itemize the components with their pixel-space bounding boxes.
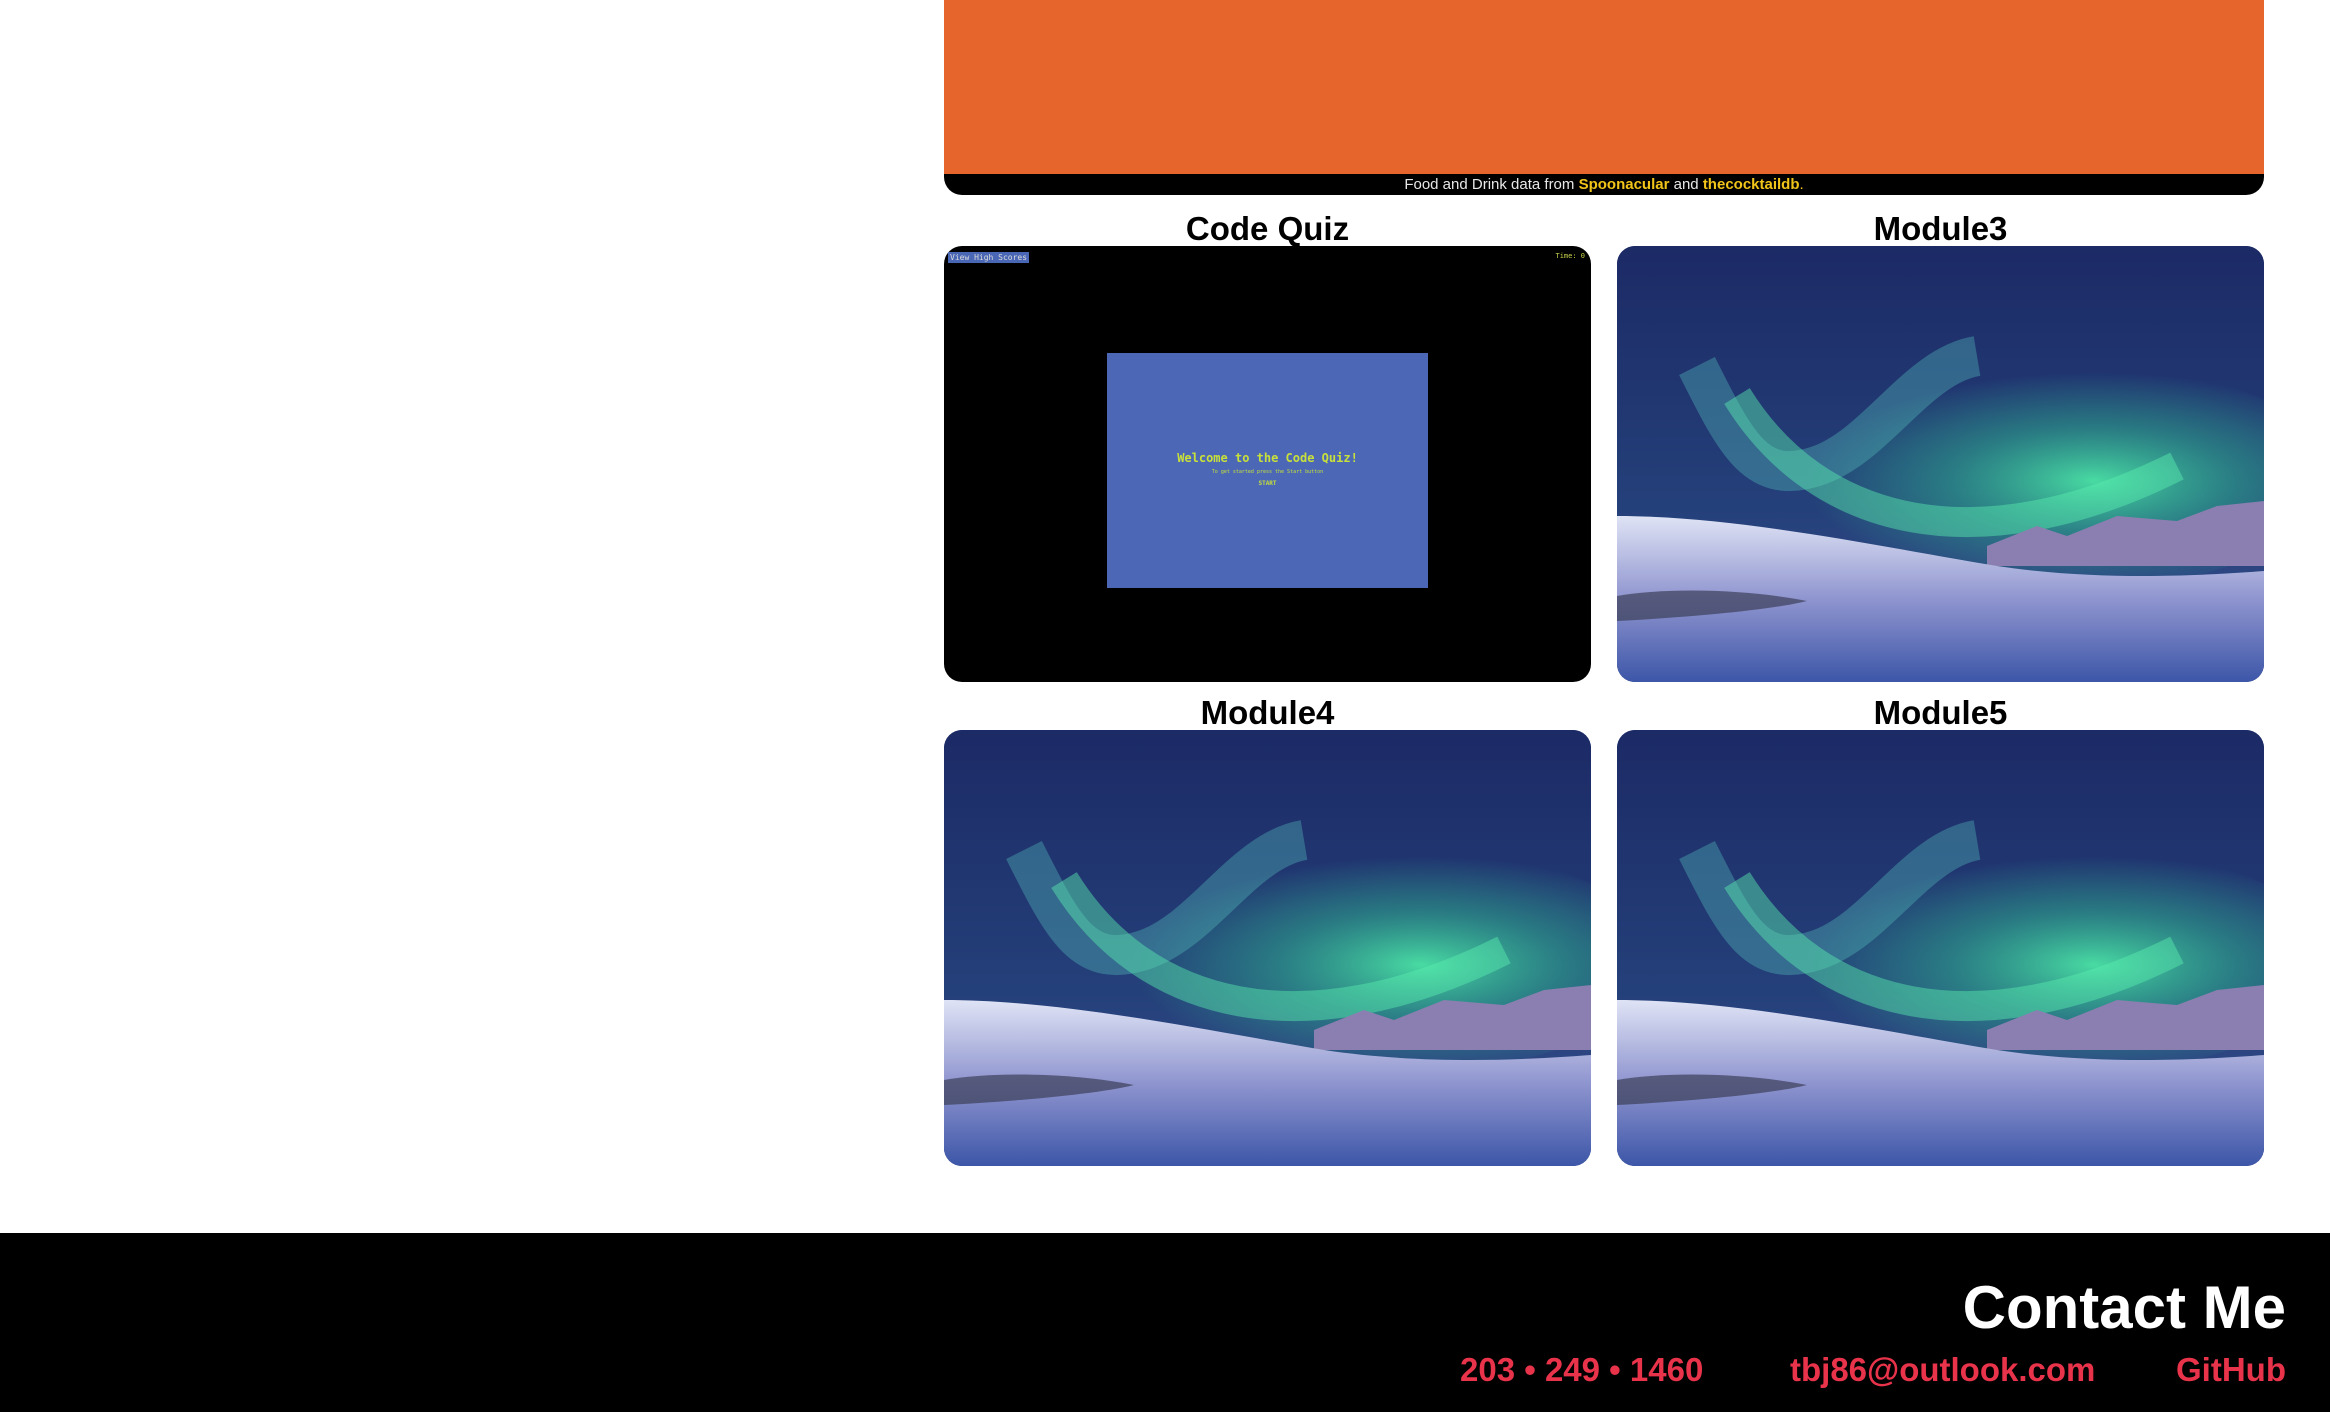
data-credit: Food and Drink data from Spoonacular and… (944, 175, 2264, 195)
project-title-module5: Module5 (1873, 694, 2008, 731)
email-link[interactable]: tbj86@outlook.com (1790, 1350, 2095, 1390)
credit-suffix: . (1799, 176, 1804, 193)
phone-link[interactable]: 203 • 249 • 1460 (1460, 1350, 1703, 1390)
aurora-image (944, 730, 1591, 1166)
aurora-image (1617, 730, 2264, 1166)
project-title-module3: Module3 (1873, 210, 2008, 247)
spoonacular-link[interactable]: Spoonacular (1579, 176, 1670, 193)
cocktaildb-link[interactable]: thecocktaildb (1703, 176, 1800, 193)
footer: Contact Me 203 • 249 • 1460 tbj86@outloo… (0, 1233, 2330, 1412)
project-thumbnail-code-quiz[interactable]: View High Scores Time: 0 Welcome to the … (944, 246, 1591, 682)
github-link[interactable]: GitHub (2176, 1350, 2286, 1390)
quiz-timer: Time: 0 (1555, 252, 1585, 260)
project-card-top: Food and Drink data from Spoonacular and… (944, 0, 2264, 195)
quiz-welcome-text: Welcome to the Code Quiz! (1177, 451, 1358, 465)
credit-mid: and (1673, 176, 1699, 193)
quiz-hint-text: To get started press the Start button (1211, 469, 1324, 475)
quiz-welcome-panel: Welcome to the Code Quiz! To get started… (1107, 353, 1428, 588)
project-thumbnail-module5[interactable] (1617, 730, 2264, 1166)
credit-prefix: Food and Drink data from (1404, 176, 1575, 193)
quiz-start-button: START (1258, 480, 1277, 487)
contact-heading: Contact Me (1962, 1274, 2286, 1341)
project-thumbnail-module3[interactable] (1617, 246, 2264, 682)
aurora-image (1617, 246, 2264, 682)
project-title-module4: Module4 (1200, 694, 1335, 731)
project-title-code-quiz: Code Quiz (1185, 210, 1350, 247)
project-thumbnail-module4[interactable] (944, 730, 1591, 1166)
project-preview-orange[interactable] (944, 0, 2264, 174)
quiz-high-scores-link: View High Scores (948, 252, 1030, 263)
